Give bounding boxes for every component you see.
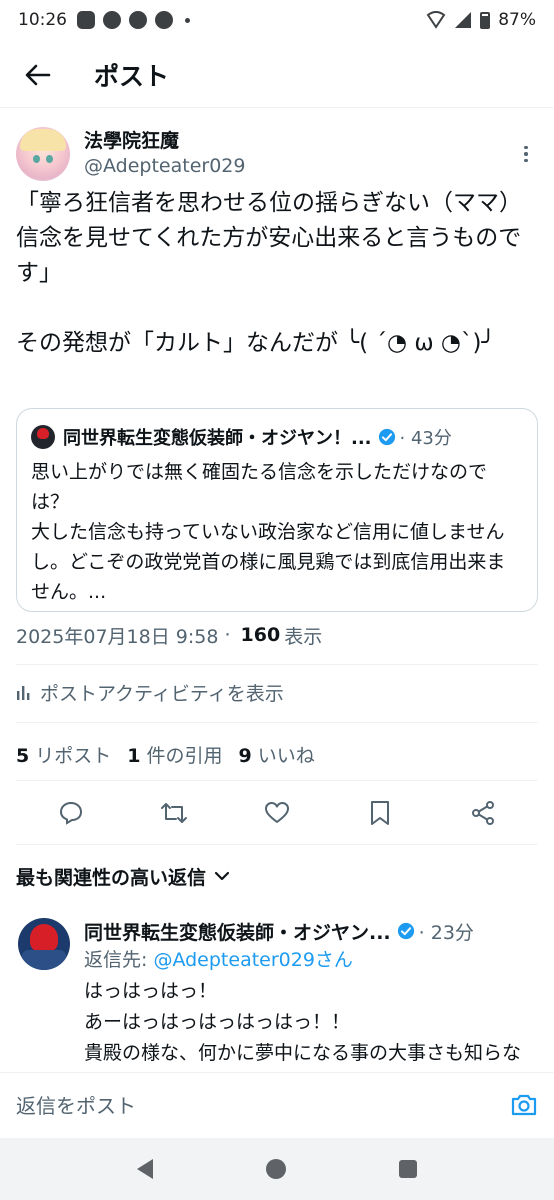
like-button[interactable] <box>257 793 297 833</box>
nav-back-icon[interactable] <box>136 1159 153 1179</box>
top-bar: ポスト <box>0 42 554 108</box>
quotes-stat[interactable]: 1 件の引用 <box>127 741 222 768</box>
verified-badge-icon <box>397 922 414 940</box>
signal-icon <box>455 12 472 28</box>
author-handle[interactable]: @Adepteater029 <box>84 154 245 179</box>
author-display-name[interactable]: 法學院狂魔 <box>84 129 245 154</box>
reply-sort-label: 最も関連性の高い返信 <box>16 866 207 889</box>
camera-icon[interactable] <box>510 1092 538 1118</box>
likes-stat[interactable]: 9 いいね <box>239 741 315 768</box>
repost-button[interactable] <box>154 793 194 833</box>
post-stats: 5 リポスト 1 件の引用 9 いいね <box>16 738 331 770</box>
post-text: 「寧ろ狂信者を思わせる位の揺らぎない（ママ）信念を見せてくれた方が安心出来ると言… <box>16 190 522 356</box>
reply-sort-dropdown[interactable]: 最も関連性の高い返信 <box>16 860 230 892</box>
reply-button[interactable] <box>51 793 91 833</box>
analytics-icon <box>17 686 30 700</box>
facebook-icon <box>155 11 173 29</box>
bookmark-button[interactable] <box>360 793 400 833</box>
quote-time: · 43分 <box>399 428 452 449</box>
views-count: 160 <box>240 624 281 646</box>
more-options-button[interactable] <box>514 142 538 166</box>
messenger-icon <box>103 11 121 29</box>
divider <box>16 722 538 723</box>
quote-author-name: 同世界転生変態仮装師・オジヤン！... <box>63 428 372 449</box>
divider <box>16 844 538 845</box>
nav-home-icon[interactable] <box>265 1159 286 1179</box>
repost-icon <box>161 803 188 823</box>
nav-recents-icon[interactable] <box>399 1160 418 1178</box>
divider <box>16 664 538 665</box>
heart-icon <box>264 802 289 823</box>
reply-input[interactable]: 返信をポスト <box>16 1090 136 1119</box>
quote-text: 思い上がりでは無く確固たる信念を示しただけなのでは？ 大した信念も持っていない政… <box>31 461 506 603</box>
arrow-left-icon <box>25 64 51 85</box>
more-vert-icon <box>524 145 528 150</box>
activity-label: ポストアクティビティを表示 <box>40 682 284 705</box>
line-icon <box>77 11 95 29</box>
status-bar: 10:26 87% <box>0 0 554 40</box>
reply-author-name[interactable]: 同世界転生変態仮装師・オジヤン... <box>84 918 391 945</box>
reply-time: · 23分 <box>418 921 474 944</box>
reply-icon <box>60 801 83 825</box>
verified-badge-icon <box>378 428 395 446</box>
action-bar <box>0 790 554 836</box>
status-time: 10:26 <box>18 10 67 30</box>
post-date: 2025年07月18日 9:58 <box>16 625 219 648</box>
divider <box>16 780 538 781</box>
page-title: ポスト <box>94 61 170 91</box>
bookmark-icon <box>370 801 389 825</box>
reply-to-handle[interactable]: @Adepteater029さん <box>153 949 352 971</box>
avatar[interactable] <box>16 127 70 181</box>
share-icon <box>471 801 494 825</box>
back-button[interactable] <box>20 57 56 93</box>
battery-percent: 87% <box>498 10 536 30</box>
reply-composer: 返信をポスト <box>0 1072 554 1136</box>
reposts-stat[interactable]: 5 リポスト <box>16 741 111 768</box>
more-notifications-dot <box>185 17 190 23</box>
battery-icon <box>480 11 491 29</box>
chevron-down-icon <box>214 871 230 881</box>
post-author: 法學院狂魔 @Adepteater029 <box>16 124 538 184</box>
views-label: 表示 <box>284 625 323 648</box>
facebook-icon <box>129 11 147 29</box>
share-button[interactable] <box>463 793 503 833</box>
system-nav-bar <box>0 1138 554 1200</box>
notification-icons <box>77 11 190 29</box>
reply-to-line: 返信先: @Adepteater029さん <box>84 949 353 971</box>
post-meta: 2025年07月18日 9:58 · 160 表示 <box>16 620 322 650</box>
quote-avatar <box>31 425 55 449</box>
post-activity-link[interactable]: ポストアクティビティを表示 <box>16 676 284 708</box>
quoted-post[interactable]: 同世界転生変態仮装師・オジヤン！... · 43分 思い上がりでは無く確固たる信… <box>16 408 538 612</box>
reply-text: はっはっはっ！ あーはっはっはっはっはっ！！ 貴殿の様な、何かに夢中になる事の大… <box>84 980 522 1064</box>
hotspot-icon <box>426 11 446 29</box>
reply-header: 同世界転生変態仮装師・オジヤン... · 23分 <box>84 916 474 946</box>
reply-avatar[interactable] <box>18 918 70 970</box>
